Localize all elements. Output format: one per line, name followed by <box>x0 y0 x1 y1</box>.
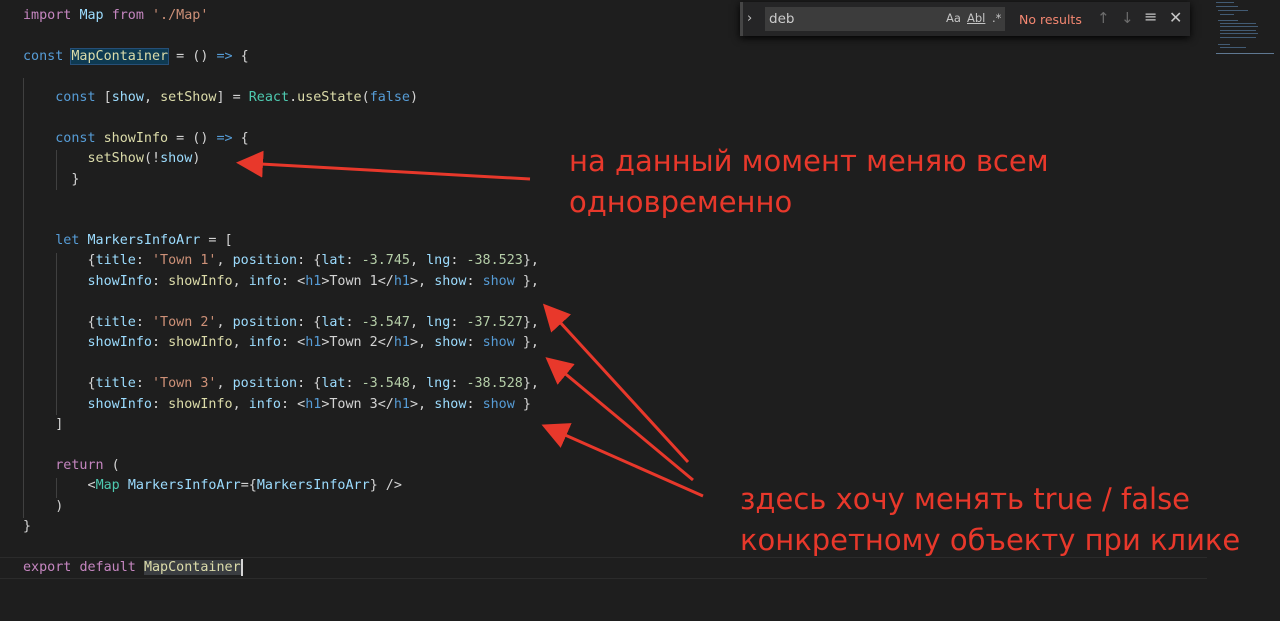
arrow-to-show-3 <box>541 423 704 498</box>
annotation-arrows <box>236 150 704 498</box>
arrow-to-setshow <box>236 150 531 181</box>
arrow-to-show-1 <box>542 303 690 464</box>
arrow-to-show-2 <box>545 357 694 482</box>
